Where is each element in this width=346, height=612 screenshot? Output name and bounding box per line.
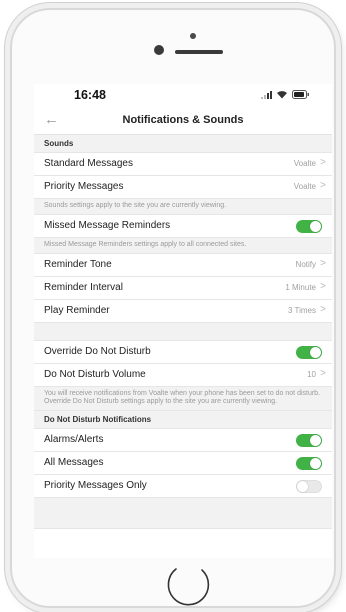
home-button-ring-icon (167, 568, 210, 606)
dnd-note-line-2: Override Do Not Disturb settings apply t… (44, 398, 278, 405)
row-value: 3 Times (287, 306, 316, 315)
sounds-note: Sounds settings apply to the site you ar… (34, 199, 332, 215)
all-messages-row: All Messages (34, 452, 332, 475)
chevron-right-icon: > (320, 180, 326, 191)
alarms-alerts-row: Alarms/Alerts (34, 429, 332, 452)
phone-frame: 16:48 ← Notifications & Sounds Sounds St… (10, 8, 336, 608)
row-label: Priority Messages (44, 181, 124, 192)
row-value: Voalte (293, 182, 316, 191)
row-value: 10 (307, 370, 316, 379)
all-messages-toggle[interactable] (296, 457, 322, 470)
bottom-spacer (34, 498, 332, 529)
row-label: All Messages (44, 457, 104, 468)
reminder-interval-row[interactable]: Reminder Interval 1 Minute > (34, 277, 332, 300)
phone-screen: 16:48 ← Notifications & Sounds Sounds St… (34, 84, 332, 558)
chevron-right-icon: > (320, 281, 326, 292)
toggle-knob (310, 458, 321, 469)
alarms-alerts-toggle[interactable] (296, 434, 322, 447)
row-label: Do Not Disturb Volume (44, 369, 146, 380)
priority-messages-row[interactable]: Priority Messages Voalte > (34, 176, 332, 199)
dnd-note-line-1: You will receive notifications from Voal… (44, 390, 321, 397)
status-icons (261, 90, 310, 99)
row-label: Reminder Tone (44, 259, 112, 270)
play-reminder-row[interactable]: Play Reminder 3 Times > (34, 300, 332, 323)
earpiece-speaker (175, 50, 223, 54)
battery-icon (292, 90, 310, 99)
missed-reminders-note: Missed Message Reminders settings apply … (34, 238, 332, 254)
dnd-note: You will receive notifications from Voal… (34, 387, 332, 411)
chevron-right-icon: > (320, 304, 326, 315)
standard-messages-row[interactable]: Standard Messages Voalte > (34, 153, 332, 176)
page-title: Notifications & Sounds (122, 114, 244, 126)
override-dnd-toggle[interactable] (296, 346, 322, 359)
front-camera (154, 45, 164, 55)
status-bar: 16:48 (34, 84, 332, 106)
row-value: Notify (295, 260, 316, 269)
missed-reminders-toggle[interactable] (296, 220, 322, 233)
reminder-tone-row[interactable]: Reminder Tone Notify > (34, 254, 332, 277)
status-time: 16:48 (74, 88, 106, 102)
chevron-right-icon: > (320, 368, 326, 379)
chevron-right-icon: > (320, 157, 326, 168)
home-button[interactable] (162, 558, 214, 610)
override-dnd-row: Override Do Not Disturb (34, 341, 332, 364)
row-label: Alarms/Alerts (44, 434, 104, 445)
dnd-volume-row[interactable]: Do Not Disturb Volume 10 > (34, 364, 332, 387)
row-label: Standard Messages (44, 158, 133, 169)
row-label: Override Do Not Disturb (44, 346, 151, 357)
row-value: 1 Minute (285, 283, 316, 292)
row-value: Voalte (293, 159, 316, 168)
signal-icon (261, 90, 272, 99)
row-label: Reminder Interval (44, 282, 123, 293)
section-header-dnd-notifications: Do Not Disturb Notifications (34, 411, 332, 429)
wifi-icon (276, 90, 288, 99)
toggle-knob (310, 221, 321, 232)
chevron-right-icon: > (320, 258, 326, 269)
toggle-knob (310, 347, 321, 358)
navigation-bar: ← Notifications & Sounds (34, 108, 332, 135)
priority-only-toggle[interactable] (296, 480, 322, 493)
section-header-sounds: Sounds (34, 135, 332, 153)
priority-messages-only-row: Priority Messages Only (34, 475, 332, 498)
row-label: Play Reminder (44, 305, 110, 316)
row-label: Missed Message Reminders (44, 220, 171, 231)
section-header-label: Do Not Disturb Notifications (44, 415, 152, 424)
settings-list: Sounds Standard Messages Voalte > Priori… (34, 135, 332, 529)
toggle-knob (310, 435, 321, 446)
toggle-knob (297, 481, 308, 492)
missed-message-reminders-row: Missed Message Reminders (34, 215, 332, 238)
front-sensor (190, 33, 196, 39)
row-label: Priority Messages Only (44, 480, 147, 491)
section-header-label: Sounds (44, 139, 74, 148)
section-spacer (34, 323, 332, 341)
